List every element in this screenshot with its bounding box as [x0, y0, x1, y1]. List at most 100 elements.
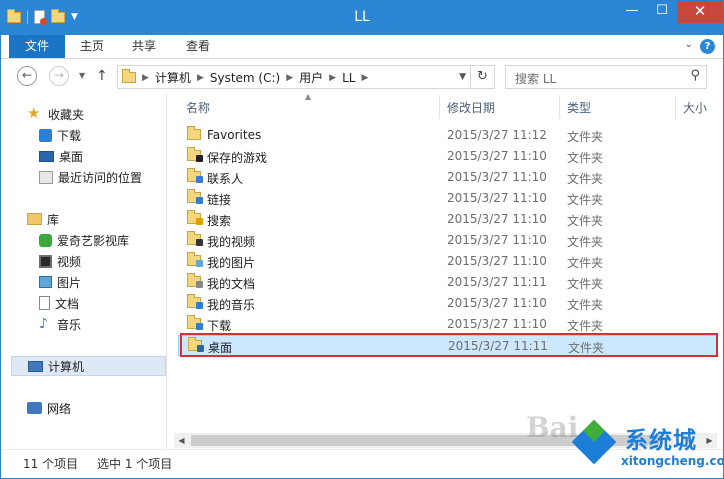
folder-icon: [187, 273, 203, 288]
column-divider[interactable]: [559, 95, 560, 119]
scroll-left-icon[interactable]: ◀: [174, 433, 189, 448]
breadcrumb-users[interactable]: 用户: [299, 69, 323, 86]
table-row[interactable]: 保存的游戏 2015/3/27 11:10 文件夹: [178, 146, 718, 167]
file-date: 2015/3/27 11:10: [447, 191, 547, 205]
table-row[interactable]: 我的音乐 2015/3/27 11:10 文件夹: [178, 293, 718, 314]
recent-locations-chevron-icon[interactable]: ▼: [79, 71, 85, 80]
search-input[interactable]: 搜索 LL: [515, 70, 556, 87]
help-icon[interactable]: ?: [700, 39, 715, 54]
file-name: 我的音乐: [207, 298, 256, 312]
nav-label: 爱奇艺影视库: [57, 233, 130, 248]
nav-favorites[interactable]: ★ 收藏夹: [27, 104, 162, 124]
file-date: 2015/3/27 11:10: [447, 233, 547, 247]
nav-label: 计算机: [48, 359, 85, 374]
window-title: LL: [354, 9, 370, 25]
folder-icon: [187, 168, 203, 183]
file-date: 2015/3/27 11:10: [447, 254, 547, 268]
nav-label: 最近访问的位置: [58, 170, 143, 185]
navigation-pane: ★ 收藏夹 下载 桌面 最近访问的位置 库 爱奇艺影视库 视频 图片 文档 ♪ …: [1, 93, 167, 449]
iqiyi-icon: [39, 233, 52, 247]
file-name: 我的文档: [207, 277, 256, 291]
table-row[interactable]: 我的文档 2015/3/27 11:11 文件夹: [178, 272, 718, 293]
file-type: 文件夹: [567, 151, 604, 165]
nav-label: 库: [47, 212, 60, 227]
file-type: 文件夹: [567, 130, 604, 144]
table-row[interactable]: 我的图片 2015/3/27 11:10 文件夹: [178, 251, 718, 272]
nav-item-videos[interactable]: 视频: [39, 251, 164, 271]
folder-icon: [187, 252, 203, 267]
address-dropdown-icon[interactable]: ▼: [459, 72, 466, 82]
nav-network[interactable]: 网络: [27, 398, 162, 418]
file-name: Favorites: [207, 128, 262, 142]
column-name[interactable]: 名称: [186, 99, 210, 116]
nav-item-desktop[interactable]: 桌面: [39, 146, 164, 166]
column-date[interactable]: 修改日期: [447, 99, 495, 116]
file-date: 2015/3/27 11:10: [447, 212, 547, 226]
column-divider[interactable]: [675, 95, 676, 119]
column-header: ▲ 名称 修改日期 类型 大小: [168, 92, 723, 119]
nav-item-downloads[interactable]: 下载: [39, 125, 164, 145]
folder-badge-icon: [196, 260, 203, 267]
table-row[interactable]: 搜索 2015/3/27 11:10 文件夹: [178, 209, 718, 230]
chevron-right-icon[interactable]: ▶: [286, 73, 293, 83]
nav-item-recent[interactable]: 最近访问的位置: [39, 167, 164, 187]
tab-file[interactable]: 文件: [9, 35, 65, 58]
nav-computer[interactable]: 计算机: [11, 356, 166, 376]
chevron-right-icon[interactable]: ▶: [197, 73, 204, 83]
breadcrumb-drive[interactable]: System (C:): [210, 71, 280, 85]
table-row[interactable]: Favorites 2015/3/27 11:12 文件夹: [178, 125, 718, 146]
ribbon-tabs: 文件 主页 共享 查看 ⌄ ?: [1, 35, 723, 59]
tab-home[interactable]: 主页: [75, 35, 109, 58]
file-list: ▲ 名称 修改日期 类型 大小 Favorites 2015/3/27 11:12…: [168, 92, 723, 449]
table-row[interactable]: 链接 2015/3/27 11:10 文件夹: [178, 188, 718, 209]
file-type: 文件夹: [567, 277, 604, 291]
table-row[interactable]: 下载 2015/3/27 11:10 文件夹: [178, 314, 718, 335]
folder-badge-icon: [196, 323, 203, 330]
breadcrumb-ll[interactable]: LL: [342, 71, 355, 85]
refresh-button[interactable]: ↻: [470, 66, 494, 88]
file-date: 2015/3/27 11:11: [447, 275, 547, 289]
tab-view[interactable]: 查看: [181, 35, 215, 58]
chevron-right-icon[interactable]: ▶: [329, 73, 336, 83]
video-icon: [39, 254, 52, 268]
address-row: ← → ▼ ↑ ▶ 计算机 ▶ System (C:) ▶ 用户 ▶ LL ▶ …: [1, 59, 723, 93]
back-button[interactable]: ←: [17, 66, 37, 86]
nav-label: 网络: [47, 401, 72, 416]
computer-icon: [28, 360, 43, 372]
file-name: 链接: [207, 193, 232, 207]
address-bar[interactable]: ▶ 计算机 ▶ System (C:) ▶ 用户 ▶ LL ▶ ▼ ↻: [117, 65, 495, 89]
search-box[interactable]: 搜索 LL ⚲: [505, 65, 707, 89]
file-name: 我的视频: [207, 235, 256, 249]
table-row[interactable]: 联系人 2015/3/27 11:10 文件夹: [178, 167, 718, 188]
nav-label: 收藏夹: [48, 107, 85, 122]
breadcrumb-computer[interactable]: 计算机: [155, 69, 191, 86]
folder-badge-icon: [196, 197, 203, 204]
table-row[interactable]: 我的视频 2015/3/27 11:10 文件夹: [178, 230, 718, 251]
nav-label: 视频: [57, 254, 82, 269]
chevron-right-icon[interactable]: ▶: [361, 73, 368, 83]
nav-item-pictures[interactable]: 图片: [39, 272, 164, 292]
maximize-button[interactable]: ☐: [647, 1, 677, 23]
nav-item-music[interactable]: ♪ 音乐: [39, 314, 164, 334]
folder-icon: [187, 189, 203, 204]
nav-libraries[interactable]: 库: [27, 209, 162, 229]
expand-ribbon-icon[interactable]: ⌄: [685, 39, 693, 50]
column-type[interactable]: 类型: [567, 99, 591, 116]
chevron-right-icon[interactable]: ▶: [142, 73, 149, 83]
minimize-button[interactable]: —: [617, 1, 647, 23]
nav-item-documents[interactable]: 文档: [39, 293, 164, 313]
file-name: 搜索: [207, 214, 232, 228]
forward-button[interactable]: →: [49, 66, 69, 86]
selection-count: 选中 1 个项目: [97, 457, 173, 471]
column-divider[interactable]: [439, 95, 440, 119]
folder-badge-icon: [196, 218, 203, 225]
tab-share[interactable]: 共享: [127, 35, 161, 58]
column-size[interactable]: 大小: [683, 99, 707, 116]
file-type: 文件夹: [567, 235, 604, 249]
window-controls: — ☐ ✕: [617, 1, 723, 23]
close-button[interactable]: ✕: [677, 1, 723, 23]
nav-label: 桌面: [59, 149, 84, 164]
nav-item-iqiyi[interactable]: 爱奇艺影视库: [39, 230, 164, 250]
folder-badge-icon: [196, 239, 203, 246]
up-button[interactable]: ↑: [96, 68, 108, 84]
